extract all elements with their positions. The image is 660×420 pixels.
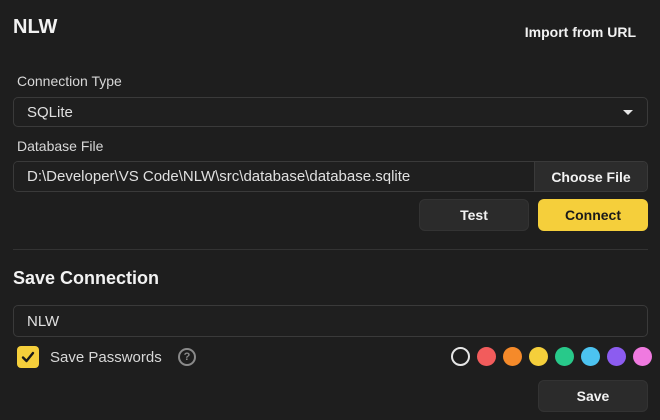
- connection-type-label: Connection Type: [17, 73, 122, 89]
- save-connection-title: Save Connection: [13, 268, 160, 288]
- color-swatch-green[interactable]: [555, 347, 574, 366]
- color-swatch-cyan[interactable]: [581, 347, 600, 366]
- connect-button[interactable]: Connect: [538, 199, 648, 231]
- database-file-label: Database File: [17, 138, 104, 154]
- test-button[interactable]: Test: [419, 199, 529, 231]
- save-passwords-checkbox[interactable]: [17, 346, 39, 368]
- caret-down-icon: [623, 109, 633, 115]
- color-swatch-none[interactable]: [451, 347, 470, 366]
- color-swatch-yellow[interactable]: [529, 347, 548, 366]
- question-circle-icon[interactable]: ?: [178, 348, 196, 366]
- check-icon: [21, 351, 35, 363]
- color-swatches: [451, 347, 652, 366]
- color-swatch-red[interactable]: [477, 347, 496, 366]
- connection-name-input[interactable]: NLW: [13, 305, 648, 337]
- connection-type-value: SQLite: [27, 103, 73, 121]
- database-file-field: D:\Developer\VS Code\NLW\src\database\da…: [13, 161, 648, 192]
- divider: [13, 249, 648, 250]
- import-from-url-link[interactable]: Import from URL: [525, 24, 636, 40]
- page-title: NLW: [13, 16, 58, 38]
- database-file-path-input[interactable]: D:\Developer\VS Code\NLW\src\database\da…: [14, 162, 534, 191]
- color-swatch-pink[interactable]: [633, 347, 652, 366]
- color-swatch-orange[interactable]: [503, 347, 522, 366]
- color-swatch-purple[interactable]: [607, 347, 626, 366]
- save-button[interactable]: Save: [538, 380, 648, 412]
- connection-type-select[interactable]: SQLite: [13, 97, 648, 127]
- save-passwords-label: Save Passwords: [50, 349, 162, 366]
- choose-file-button[interactable]: Choose File: [534, 162, 647, 191]
